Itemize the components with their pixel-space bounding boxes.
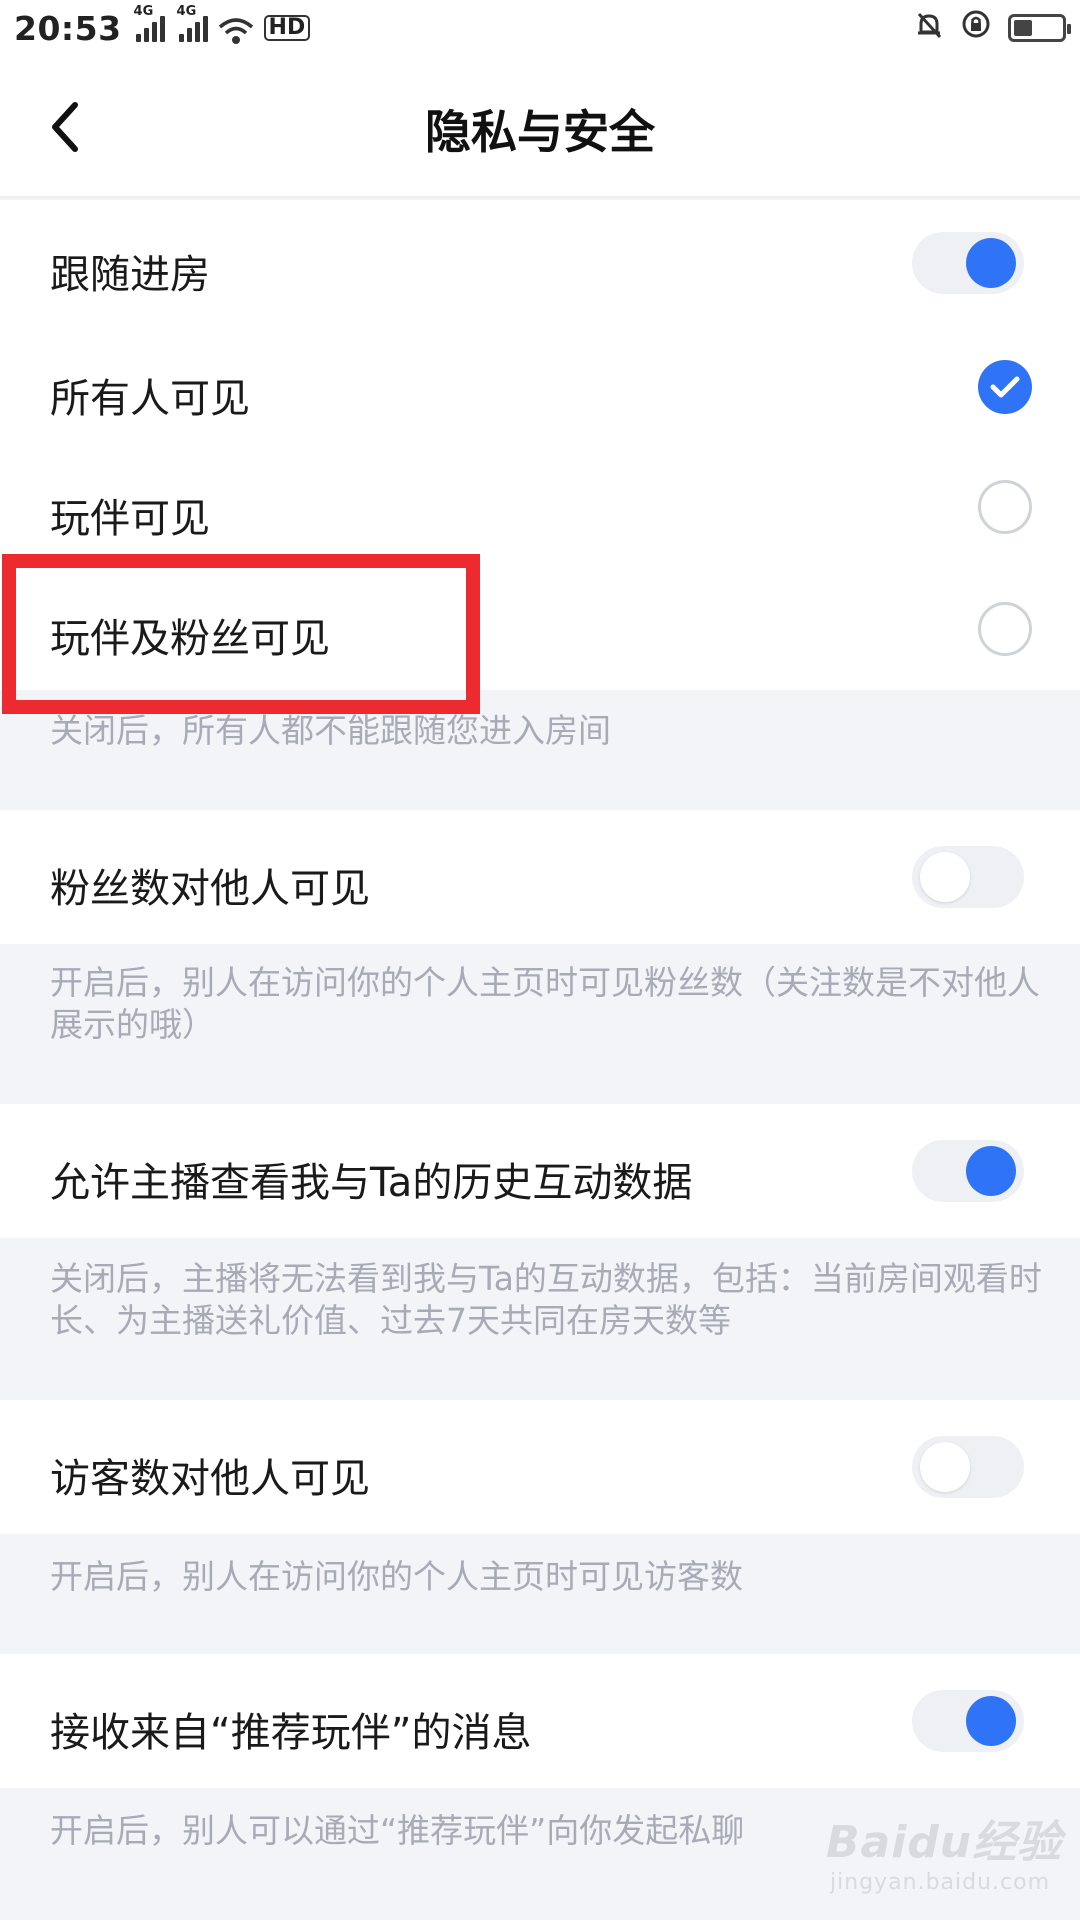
option-radio[interactable] <box>978 360 1032 414</box>
signal-icon-2: 4G <box>177 4 208 42</box>
option-row-friends-fans[interactable]: 玩伴及粉丝可见 <box>0 566 1080 690</box>
hd-icon: HD <box>263 15 311 41</box>
description-text: 开启后，别人可以通过“推荐玩伴”向你发起私聊 <box>50 1811 745 1850</box>
follow-room-toggle[interactable] <box>912 232 1024 294</box>
description-text: 关闭后，主播将无法看到我与Ta的互动数据，包括：当前房间观看时长、为主播送礼价值… <box>50 1259 1042 1340</box>
recommend-msg-label: 接收来自“推荐玩伴”的消息 <box>50 1710 532 1756</box>
visitor-count-label: 访客数对他人可见 <box>50 1456 370 1502</box>
option-radio[interactable] <box>978 602 1032 656</box>
privacy-security-page: 20:53 4G 4G HD 隐私与安全 跟随进房 所有人可见 玩伴可见 玩伴及… <box>0 0 1080 1920</box>
fans-count-toggle[interactable] <box>912 846 1024 908</box>
interaction-data-row: 允许主播查看我与Ta的历史互动数据 <box>0 1104 1080 1238</box>
recommend-msg-row: 接收来自“推荐玩伴”的消息 <box>0 1654 1080 1788</box>
battery-icon <box>1008 14 1071 42</box>
interaction-data-toggle[interactable] <box>912 1140 1024 1202</box>
fans-count-row: 粉丝数对他人可见 <box>0 810 1080 944</box>
recommend-msg-description: 开启后，别人可以通过“推荐玩伴”向你发起私聊 <box>0 1788 1080 1920</box>
option-row-everyone[interactable]: 所有人可见 <box>0 326 1080 446</box>
mute-bell-icon <box>914 9 944 48</box>
visitor-count-row: 访客数对他人可见 <box>0 1400 1080 1534</box>
status-time: 20:53 <box>14 8 122 48</box>
visitor-count-description: 开启后，别人在访问你的个人主页时可见访客数 <box>0 1534 1080 1654</box>
option-label: 玩伴及粉丝可见 <box>50 616 330 662</box>
description-text: 开启后，别人在访问你的个人主页时可见粉丝数（关注数是不对他人展示的哦） <box>50 963 1040 1044</box>
fans-count-label: 粉丝数对他人可见 <box>50 866 370 912</box>
nav-bar: 隐私与安全 <box>0 56 1080 198</box>
option-row-friends[interactable]: 玩伴可见 <box>0 446 1080 566</box>
option-label: 玩伴可见 <box>50 496 210 542</box>
visitor-count-toggle[interactable] <box>912 1436 1024 1498</box>
follow-room-label: 跟随进房 <box>50 252 210 298</box>
rotation-lock-icon <box>960 8 992 48</box>
follow-room-row: 跟随进房 <box>0 200 1080 326</box>
option-radio[interactable] <box>978 480 1032 534</box>
interaction-data-label: 允许主播查看我与Ta的历史互动数据 <box>50 1160 693 1206</box>
check-icon <box>990 376 1020 398</box>
interaction-data-description: 关闭后，主播将无法看到我与Ta的互动数据，包括：当前房间观看时长、为主播送礼价值… <box>0 1238 1080 1400</box>
follow-room-description: 关闭后，所有人都不能跟随您进入房间 <box>0 690 1080 810</box>
fans-count-description: 开启后，别人在访问你的个人主页时可见粉丝数（关注数是不对他人展示的哦） <box>0 944 1080 1104</box>
description-text: 关闭后，所有人都不能跟随您进入房间 <box>50 711 611 750</box>
status-bar: 20:53 4G 4G HD <box>0 0 1080 56</box>
signal-icon-1: 4G <box>134 4 165 42</box>
description-text: 开启后，别人在访问你的个人主页时可见访客数 <box>50 1557 743 1596</box>
wifi-icon <box>218 14 254 44</box>
page-title: 隐私与安全 <box>425 105 655 159</box>
recommend-msg-toggle[interactable] <box>912 1690 1024 1752</box>
option-label: 所有人可见 <box>50 376 250 422</box>
